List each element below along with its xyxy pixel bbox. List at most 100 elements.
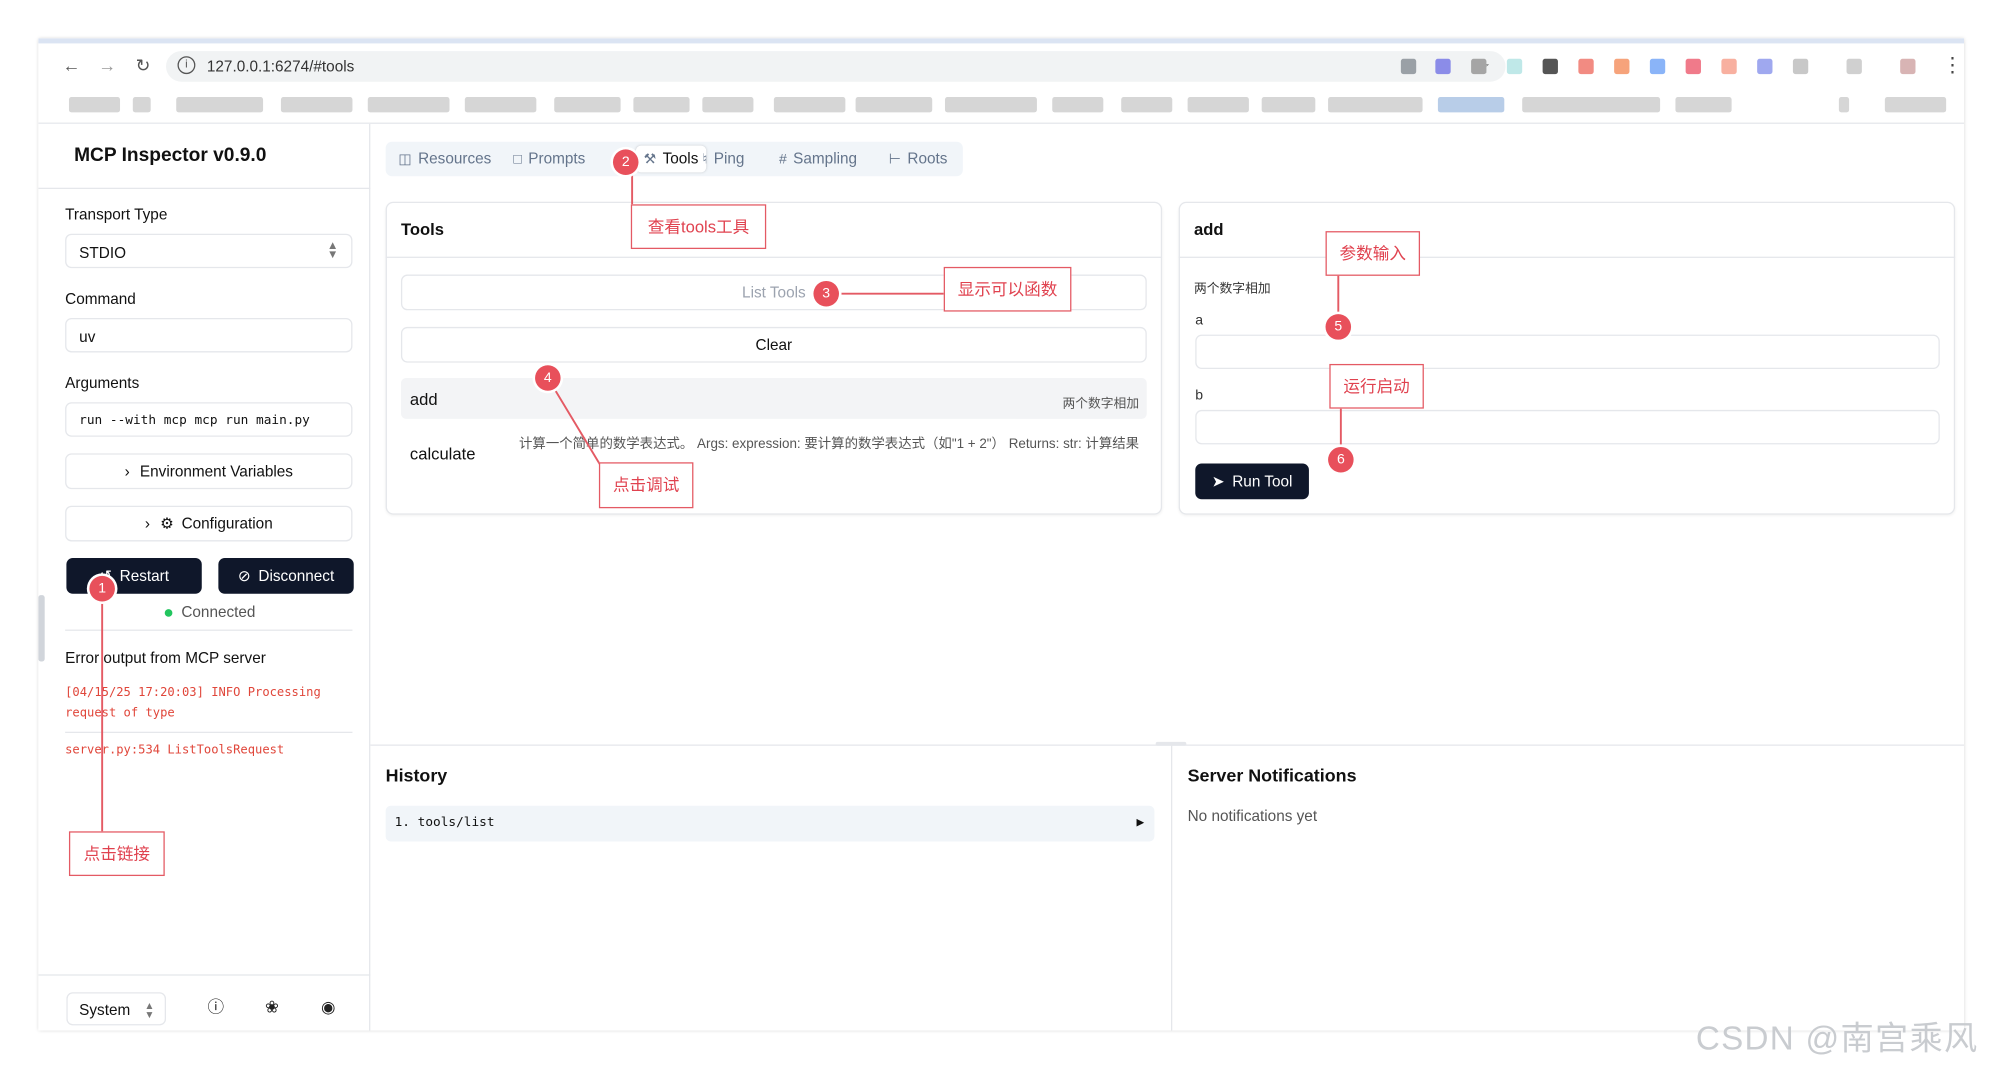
arguments-input[interactable]: run --with mcp mcp run main.py bbox=[65, 402, 353, 437]
forward-arrow-icon[interactable]: → bbox=[97, 55, 117, 75]
annotation-label: 查看tools工具 bbox=[630, 204, 767, 250]
clear-button[interactable]: Clear bbox=[400, 326, 1147, 363]
tab-ping[interactable]: ♮ Ping bbox=[702, 149, 744, 167]
tab-list: ◫ Resources □ Prompts ⚒ Tools ♮ Ping # Sampli… bbox=[385, 141, 963, 177]
help-icon[interactable]: ⓘ bbox=[206, 997, 226, 1017]
theme-value: System bbox=[79, 1001, 131, 1020]
bug-icon[interactable]: ❀ bbox=[262, 997, 282, 1017]
bookmark-item[interactable] bbox=[1884, 97, 1947, 113]
transport-type-value: STDIO bbox=[79, 243, 127, 262]
tab-strip bbox=[38, 38, 1965, 44]
back-arrow-icon[interactable]: ← bbox=[61, 55, 81, 75]
param-b-input[interactable] bbox=[1195, 409, 1940, 445]
bookmark-item[interactable] bbox=[1261, 97, 1316, 113]
tab-resources[interactable]: ◫ Resources bbox=[398, 149, 491, 167]
watermark: CSDN @南宫乘风 bbox=[1695, 1019, 1979, 1058]
tab-label: Resources bbox=[418, 149, 492, 168]
history-title: History bbox=[385, 764, 448, 786]
configuration-label: Configuration bbox=[181, 514, 273, 533]
bookmark-item[interactable] bbox=[1522, 97, 1661, 113]
environment-variables-toggle[interactable]: › Environment Variables bbox=[65, 453, 353, 490]
profile-avatar[interactable] bbox=[1900, 58, 1916, 75]
extension-icon[interactable] bbox=[1614, 58, 1630, 75]
tab-prompts[interactable]: □ Prompts bbox=[513, 149, 585, 167]
param-b-label: b bbox=[1195, 388, 1204, 404]
tool-item-calculate[interactable]: calculate 计算一个简单的数学表达式。 Args: expression… bbox=[401, 429, 1147, 485]
bookmark-item[interactable] bbox=[554, 97, 621, 113]
extension-icon[interactable] bbox=[1757, 58, 1773, 75]
bookmark-item[interactable] bbox=[1838, 97, 1850, 113]
tab-tools[interactable]: ⚒ Tools bbox=[635, 145, 707, 173]
divider bbox=[38, 974, 371, 976]
tools-panel-title: Tools bbox=[400, 219, 445, 239]
extension-icon[interactable] bbox=[1542, 58, 1558, 75]
extension-icon[interactable] bbox=[1721, 58, 1737, 75]
transport-type-select[interactable]: STDIO ▲ ▼ bbox=[65, 233, 353, 269]
configuration-toggle[interactable]: › ⚙ Configuration bbox=[65, 505, 353, 542]
extension-icon[interactable] bbox=[1792, 58, 1809, 75]
bell-icon: ♮ bbox=[702, 151, 708, 168]
annotation-badge: 4 bbox=[535, 365, 561, 391]
history-item[interactable]: 1. tools/list ▶ bbox=[385, 805, 1155, 842]
tab-roots[interactable]: ⊢ Roots bbox=[889, 149, 948, 167]
extension-icon[interactable] bbox=[1685, 58, 1701, 75]
extension-icon[interactable] bbox=[1471, 58, 1487, 75]
bookmark-item[interactable] bbox=[773, 97, 846, 113]
hash-icon: # bbox=[778, 151, 787, 168]
bookmark-item[interactable] bbox=[1675, 97, 1732, 113]
command-input[interactable]: uv bbox=[65, 317, 353, 353]
extension-icon[interactable] bbox=[1435, 58, 1451, 75]
gear-icon: ⚙ bbox=[160, 514, 174, 533]
reload-icon[interactable]: ↻ bbox=[133, 55, 153, 75]
bookmark-item[interactable] bbox=[702, 97, 754, 113]
bookmark-item[interactable] bbox=[367, 97, 450, 113]
arguments-value: run --with mcp mcp run main.py bbox=[79, 413, 310, 428]
tree-icon: ⊢ bbox=[888, 151, 902, 168]
bookmark-item[interactable] bbox=[68, 97, 121, 113]
extension-icon[interactable] bbox=[1506, 58, 1523, 75]
bookmark-item[interactable] bbox=[1328, 97, 1423, 113]
pane-divider bbox=[1171, 744, 1173, 1031]
tool-description: 计算一个简单的数学表达式。 Args: expression: 要计算的数学表达… bbox=[519, 436, 1140, 453]
tool-item-add[interactable]: add 两个数字相加 bbox=[400, 377, 1147, 419]
history-item-label: 1. tools/list bbox=[394, 816, 495, 831]
select-caret-icon: ▲ ▼ bbox=[327, 238, 339, 261]
bookmark-item[interactable] bbox=[176, 97, 264, 113]
browser-menu-icon[interactable]: ⋮ bbox=[1942, 52, 1962, 78]
run-tool-label: Run Tool bbox=[1232, 472, 1293, 491]
extension-icon[interactable] bbox=[1846, 58, 1862, 75]
disconnect-button[interactable]: ⊘ Disconnect bbox=[218, 558, 354, 594]
bookmark-item[interactable] bbox=[1437, 97, 1505, 113]
arguments-label: Arguments bbox=[65, 374, 140, 393]
bookmark-item[interactable] bbox=[1052, 97, 1104, 113]
bookmark-item[interactable] bbox=[633, 97, 690, 113]
select-caret-icon: ▲ ▼ bbox=[144, 999, 155, 1021]
resources-icon: ◫ bbox=[398, 151, 412, 168]
browser-toolbar: ← → ↻ i 127.0.0.1:6274/#tools ☆ ⋮ bbox=[38, 38, 1965, 124]
bookmark-item[interactable] bbox=[132, 97, 151, 113]
app-title: MCP Inspector v0.9.0 bbox=[74, 144, 267, 167]
param-a-label: a bbox=[1195, 312, 1204, 329]
scrollbar-thumb[interactable] bbox=[38, 595, 45, 662]
theme-select[interactable]: System ▲ ▼ bbox=[66, 992, 167, 1026]
tab-sampling[interactable]: # Sampling bbox=[779, 149, 857, 167]
bookmark-item[interactable] bbox=[280, 97, 353, 113]
extension-icon[interactable] bbox=[1578, 58, 1594, 75]
restart-button[interactable]: ↺Restart bbox=[66, 558, 202, 594]
divider bbox=[65, 731, 353, 733]
github-icon[interactable]: ◉ bbox=[318, 997, 338, 1017]
bookmark-item[interactable] bbox=[855, 97, 933, 113]
site-info-icon[interactable]: i bbox=[177, 56, 196, 75]
address-bar[interactable]: i 127.0.0.1:6274/#tools ☆ bbox=[166, 51, 1506, 82]
run-tool-button[interactable]: ➤ Run Tool bbox=[1195, 463, 1309, 500]
bookmark-item[interactable] bbox=[1121, 97, 1173, 113]
error-output-line: server.py:534 ListToolsRequest bbox=[65, 743, 285, 758]
bookmark-item[interactable] bbox=[944, 97, 1037, 113]
extension-icon[interactable] bbox=[1649, 58, 1666, 75]
tool-description: 两个数字相加 bbox=[1062, 397, 1140, 412]
bookmark-item[interactable] bbox=[1187, 97, 1249, 113]
extension-icon[interactable] bbox=[1400, 58, 1417, 75]
param-a-input[interactable] bbox=[1195, 334, 1940, 370]
bookmark-item[interactable] bbox=[464, 97, 537, 113]
chevron-right-icon: › bbox=[124, 462, 130, 481]
